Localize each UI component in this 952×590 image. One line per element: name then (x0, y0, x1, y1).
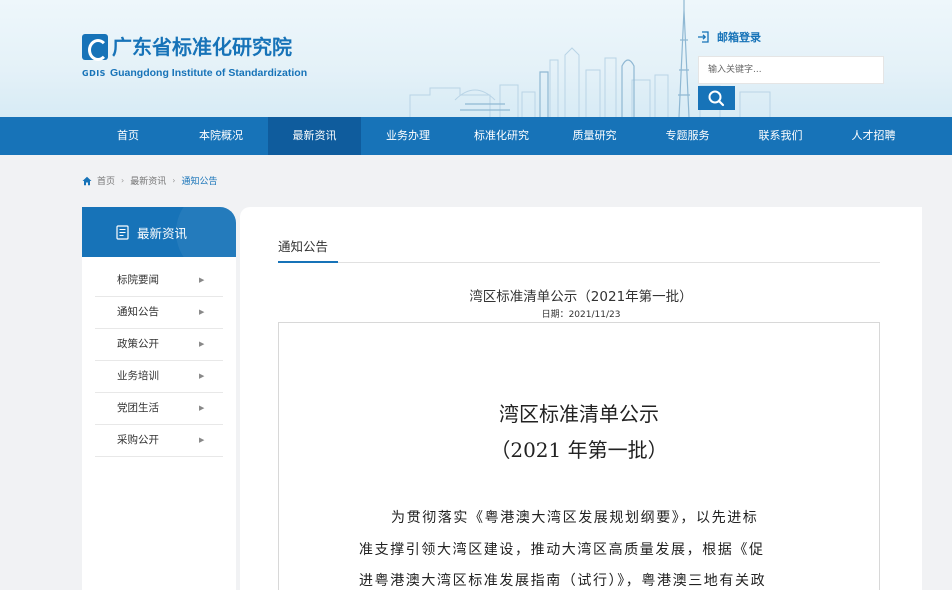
sidebar-item-label: 业务培训 (117, 370, 159, 382)
mail-login-label: 邮箱登录 (717, 31, 761, 44)
nav-item-news[interactable]: 最新资讯 (268, 117, 361, 155)
article-document-image: 湾区标准清单公示 （2021 年第一批） 为贯彻落实《粤港澳大湾区发展规划纲要》… (278, 322, 880, 590)
section-title-underline (278, 261, 338, 263)
chevron-right-icon: ▶ (199, 276, 205, 284)
logo-icon (82, 34, 108, 61)
nav-item-quality-research[interactable]: 质量研究 (548, 117, 641, 155)
sidebar-item-party-life[interactable]: 党团生活 ▶ (95, 393, 223, 425)
sidebar-item-policy[interactable]: 政策公开 ▶ (95, 329, 223, 361)
breadcrumb-separator-icon: › (172, 176, 176, 185)
home-icon (82, 176, 92, 185)
logo-chinese-name: 广东省标准化研究院 (112, 35, 292, 59)
nav-item-services[interactable]: 业务办理 (361, 117, 455, 155)
nav-item-special-services[interactable]: 专题服务 (641, 117, 734, 155)
sidebar-menu: 标院要闻 ▶ 通知公告 ▶ 政策公开 ▶ 业务培训 ▶ 党团生活 ▶ 采购公开 … (82, 257, 236, 590)
sidebar-item-label: 政策公开 (117, 338, 159, 350)
document-icon (116, 224, 129, 240)
site-logo[interactable]: 广东省标准化研究院 GDIS Guangdong Institute of Sta… (82, 34, 307, 79)
logo-abbreviation: GDIS (82, 69, 106, 78)
login-icon (698, 31, 709, 43)
breadcrumb-separator-icon: › (121, 176, 125, 185)
chevron-right-icon: ▶ (199, 340, 205, 348)
logo-english-name: Guangdong Institute of Standardization (109, 67, 308, 79)
section-divider (278, 262, 880, 263)
sidebar-item-label: 党团生活 (117, 402, 159, 414)
sidebar-item-label: 采购公开 (117, 434, 159, 446)
breadcrumb-current[interactable]: 通知公告 (181, 174, 217, 187)
breadcrumb: 首页 › 最新资讯 › 通知公告 (82, 174, 217, 187)
document-title: 湾区标准清单公示 (499, 402, 659, 426)
chevron-right-icon: ▶ (199, 404, 205, 412)
section-title: 通知公告 (278, 239, 329, 254)
breadcrumb-home[interactable]: 首页 (97, 174, 115, 187)
nav-item-home[interactable]: 首页 (82, 117, 174, 155)
document-paragraph-line: 为贯彻落实《粤港澳大湾区发展规划纲要》，以先进标 (391, 510, 759, 526)
nav-item-recruitment[interactable]: 人才招聘 (827, 117, 920, 155)
search-button[interactable] (698, 86, 735, 110)
article-date: 日期：2021/11/23 (541, 310, 621, 320)
document-paragraph-line: 准支撑引领大湾区建设，推动大湾区高质量发展，根据《促 (359, 542, 765, 558)
main-content: 通知公告 湾区标准清单公示（2021年第一批） 日期：2021/11/23 湾区… (240, 207, 922, 590)
document-paragraph-line: 进粤港澳大湾区标准发展指南（试行）》，粤港澳三地有关政 (359, 573, 767, 589)
nav-item-about[interactable]: 本院概况 (174, 117, 268, 155)
sidebar-header: 最新资讯 (82, 207, 236, 257)
nav-item-contact[interactable]: 联系我们 (734, 117, 827, 155)
chevron-right-icon: ▶ (199, 372, 205, 380)
sidebar-title: 最新资讯 (137, 225, 188, 241)
nav-item-standardization-research[interactable]: 标准化研究 (455, 117, 548, 155)
search-input[interactable] (698, 56, 884, 84)
breadcrumb-news[interactable]: 最新资讯 (130, 174, 166, 187)
sidebar-item-notices[interactable]: 通知公告 ▶ (95, 297, 223, 329)
search-icon (708, 90, 725, 107)
site-header: 广东省标准化研究院 GDIS Guangdong Institute of Sta… (0, 0, 952, 117)
sidebar-item-procurement[interactable]: 采购公开 ▶ (95, 425, 223, 457)
sidebar-item-institute-news[interactable]: 标院要闻 ▶ (95, 265, 223, 297)
main-nav: 首页 本院概况 最新资讯 业务办理 标准化研究 质量研究 专题服务 联系我们 人… (0, 117, 952, 155)
chevron-right-icon: ▶ (199, 436, 205, 444)
mail-login-link[interactable]: 邮箱登录 (697, 29, 761, 45)
sidebar-item-label: 标院要闻 (117, 274, 159, 286)
sidebar-item-label: 通知公告 (117, 306, 159, 318)
chevron-right-icon: ▶ (199, 308, 205, 316)
sidebar-item-training[interactable]: 业务培训 ▶ (95, 361, 223, 393)
article-title: 湾区标准清单公示（2021年第一批） (469, 289, 693, 305)
document-subtitle: （2021 年第一批） (490, 438, 668, 462)
